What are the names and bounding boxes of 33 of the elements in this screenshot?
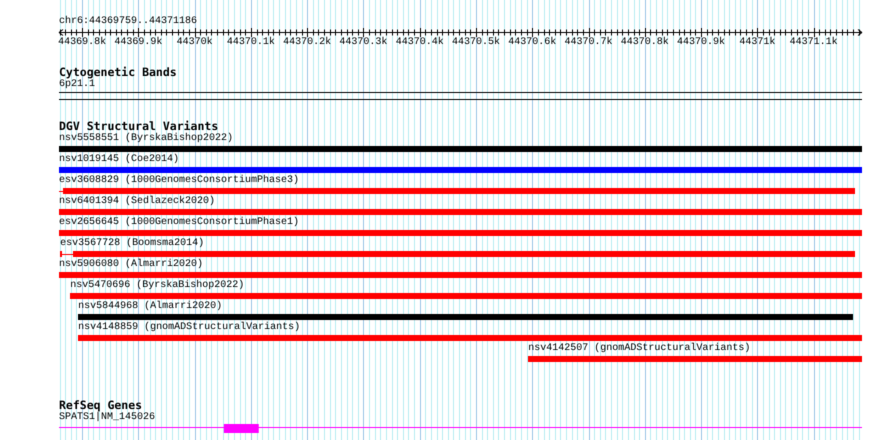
variant-label: nsv5844968 (Almarri2020) [78, 301, 222, 313]
tick-label: 44370.7k [564, 37, 613, 48]
band-label: 6p21.1 [59, 79, 96, 91]
tick-label: 44370k [176, 37, 213, 48]
track-title: RefSeq Genes [59, 399, 142, 412]
variant-label: esv3567728 (Boomsma2014) [60, 238, 204, 250]
tick-label: 44370.3k [339, 37, 388, 48]
tick-label: 44369.9k [114, 37, 162, 48]
track-title: Cytogenetic Bands [59, 66, 178, 79]
tick-label: 44370.9k [677, 37, 726, 48]
tick-label: 44370.2k [283, 37, 332, 48]
gene-label: SPATS1|NM_145026 [59, 412, 156, 424]
tick-label: 44370.5k [452, 37, 500, 48]
location-label: chr6:44369759..44371186 [59, 14, 198, 28]
variant-label: nsv5470696 (ByrskaBishop2022) [70, 280, 244, 292]
variant-whisker [59, 188, 63, 194]
tick-label: 44371k [739, 37, 776, 48]
track-title: DGV Structural Variants [59, 120, 218, 133]
variant-label: esv3608829 (1000GenomesConsortiumPhase3) [59, 175, 300, 187]
tick-label: 44370.4k [396, 37, 444, 48]
variant-label: nsv4148859 (gnomADStructuralVariants) [78, 322, 300, 334]
tick-label: 44370.8k [620, 37, 669, 48]
variant-label: nsv5906080 (Almarri2020) [59, 259, 204, 271]
variant-label: nsv6401394 (Sedlazeck2020) [59, 196, 216, 208]
tick-label: 44370.1k [226, 37, 275, 48]
variant-whisker [60, 251, 74, 257]
variant-label: esv2656645 (1000GenomesConsortiumPhase1) [59, 217, 300, 229]
tick-label: 44371.1k [790, 37, 838, 48]
tick-label: 44370.6k [508, 37, 556, 48]
tick-label: 44369.8k [58, 37, 106, 48]
variant-label: nsv4142507 (gnomADStructuralVariants) [528, 343, 750, 355]
variant-label: nsv1019145 (Coe2014) [59, 154, 180, 166]
variant-label: nsv5558551 (ByrskaBishop2022) [59, 133, 234, 145]
